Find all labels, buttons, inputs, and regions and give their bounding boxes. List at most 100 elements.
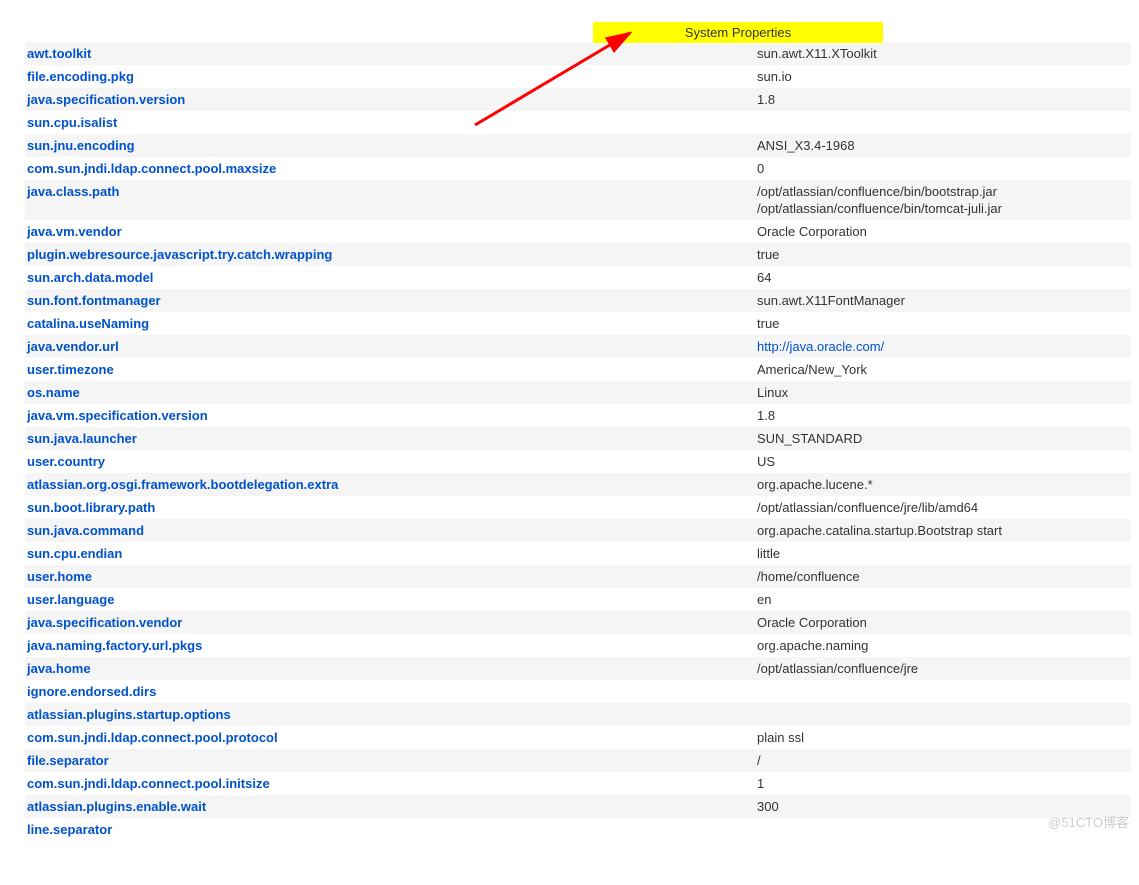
property-row: line.separator [25,818,1131,841]
property-key: java.vendor.url [25,335,755,358]
property-value: Oracle Corporation [755,611,1131,634]
properties-table: awt.toolkitsun.awt.X11.XToolkitfile.enco… [25,42,1131,841]
property-row: sun.arch.data.model64 [25,266,1131,289]
property-row: sun.cpu.endianlittle [25,542,1131,565]
property-key: sun.java.launcher [25,427,755,450]
property-key: java.class.path [25,180,755,220]
property-key: sun.java.command [25,519,755,542]
property-row: sun.font.fontmanagersun.awt.X11FontManag… [25,289,1131,312]
property-key: java.specification.version [25,88,755,111]
property-link[interactable]: http://java.oracle.com/ [757,339,884,354]
property-row: atlassian.org.osgi.framework.bootdelegat… [25,473,1131,496]
properties-table-container: awt.toolkitsun.awt.X11.XToolkitfile.enco… [0,0,1139,841]
property-key: java.naming.factory.url.pkgs [25,634,755,657]
property-row: user.home/home/confluence [25,565,1131,588]
property-row: atlassian.plugins.startup.options [25,703,1131,726]
property-value: /opt/atlassian/confluence/bin/bootstrap.… [755,180,1131,220]
property-key: file.encoding.pkg [25,65,755,88]
property-row: catalina.useNamingtrue [25,312,1131,335]
property-row: java.vendor.urlhttp://java.oracle.com/ [25,335,1131,358]
property-row: java.vm.vendorOracle Corporation [25,220,1131,243]
property-value: org.apache.naming [755,634,1131,657]
property-value: US [755,450,1131,473]
property-value: true [755,243,1131,266]
property-key: atlassian.plugins.enable.wait [25,795,755,818]
property-value: America/New_York [755,358,1131,381]
property-value: sun.io [755,65,1131,88]
property-row: java.home/opt/atlassian/confluence/jre [25,657,1131,680]
property-value: SUN_STANDARD [755,427,1131,450]
property-value [755,111,1131,134]
property-key: line.separator [25,818,755,841]
watermark: @51CTO博客 [1048,812,1129,831]
property-key: user.language [25,588,755,611]
property-key: java.vm.vendor [25,220,755,243]
property-key: file.separator [25,749,755,772]
property-value: little [755,542,1131,565]
property-key: sun.font.fontmanager [25,289,755,312]
property-row: com.sun.jndi.ldap.connect.pool.initsize1 [25,772,1131,795]
property-key: os.name [25,381,755,404]
property-key: catalina.useNaming [25,312,755,335]
property-key: plugin.webresource.javascript.try.catch.… [25,243,755,266]
property-row: user.timezoneAmerica/New_York [25,358,1131,381]
property-value: plain ssl [755,726,1131,749]
property-row: os.nameLinux [25,381,1131,404]
property-row: file.separator/ [25,749,1131,772]
property-key: sun.arch.data.model [25,266,755,289]
property-row: ignore.endorsed.dirs [25,680,1131,703]
section-title: System Properties [685,25,791,40]
property-key: awt.toolkit [25,42,755,65]
property-row: java.specification.vendorOracle Corporat… [25,611,1131,634]
property-value: 1 [755,772,1131,795]
property-row: sun.boot.library.path/opt/atlassian/conf… [25,496,1131,519]
property-key: atlassian.org.osgi.framework.bootdelegat… [25,473,755,496]
property-key: atlassian.plugins.startup.options [25,703,755,726]
property-row: sun.java.commandorg.apache.catalina.star… [25,519,1131,542]
property-value: true [755,312,1131,335]
property-row: user.countryUS [25,450,1131,473]
property-value: Linux [755,381,1131,404]
property-value: /opt/atlassian/confluence/jre/lib/amd64 [755,496,1131,519]
property-row: awt.toolkitsun.awt.X11.XToolkit [25,42,1131,65]
property-row: sun.cpu.isalist [25,111,1131,134]
property-key: sun.jnu.encoding [25,134,755,157]
property-value[interactable]: http://java.oracle.com/ [755,335,1131,358]
property-row: sun.java.launcherSUN_STANDARD [25,427,1131,450]
property-row: plugin.webresource.javascript.try.catch.… [25,243,1131,266]
property-row: atlassian.plugins.enable.wait300 [25,795,1131,818]
property-value: 64 [755,266,1131,289]
property-row: java.naming.factory.url.pkgsorg.apache.n… [25,634,1131,657]
property-value: ANSI_X3.4-1968 [755,134,1131,157]
property-value: /home/confluence [755,565,1131,588]
property-value: 0 [755,157,1131,180]
property-row: user.languageen [25,588,1131,611]
property-value: sun.awt.X11FontManager [755,289,1131,312]
section-title-highlight: System Properties [593,22,883,43]
property-key: com.sun.jndi.ldap.connect.pool.maxsize [25,157,755,180]
property-row: file.encoding.pkgsun.io [25,65,1131,88]
property-value [755,703,1131,726]
property-key: user.country [25,450,755,473]
property-value: /opt/atlassian/confluence/jre [755,657,1131,680]
property-value: 1.8 [755,88,1131,111]
property-key: user.home [25,565,755,588]
property-row: java.specification.version1.8 [25,88,1131,111]
property-key: java.home [25,657,755,680]
property-value: org.apache.lucene.* [755,473,1131,496]
property-value: org.apache.catalina.startup.Bootstrap st… [755,519,1131,542]
property-key: sun.cpu.endian [25,542,755,565]
property-value: Oracle Corporation [755,220,1131,243]
property-value: 1.8 [755,404,1131,427]
property-key: com.sun.jndi.ldap.connect.pool.initsize [25,772,755,795]
property-row: java.vm.specification.version1.8 [25,404,1131,427]
property-value [755,680,1131,703]
property-value: / [755,749,1131,772]
property-row: java.class.path/opt/atlassian/confluence… [25,180,1131,220]
property-row: com.sun.jndi.ldap.connect.pool.maxsize0 [25,157,1131,180]
property-key: java.specification.vendor [25,611,755,634]
property-value: en [755,588,1131,611]
property-row: com.sun.jndi.ldap.connect.pool.protocolp… [25,726,1131,749]
property-key: sun.boot.library.path [25,496,755,519]
property-key: java.vm.specification.version [25,404,755,427]
